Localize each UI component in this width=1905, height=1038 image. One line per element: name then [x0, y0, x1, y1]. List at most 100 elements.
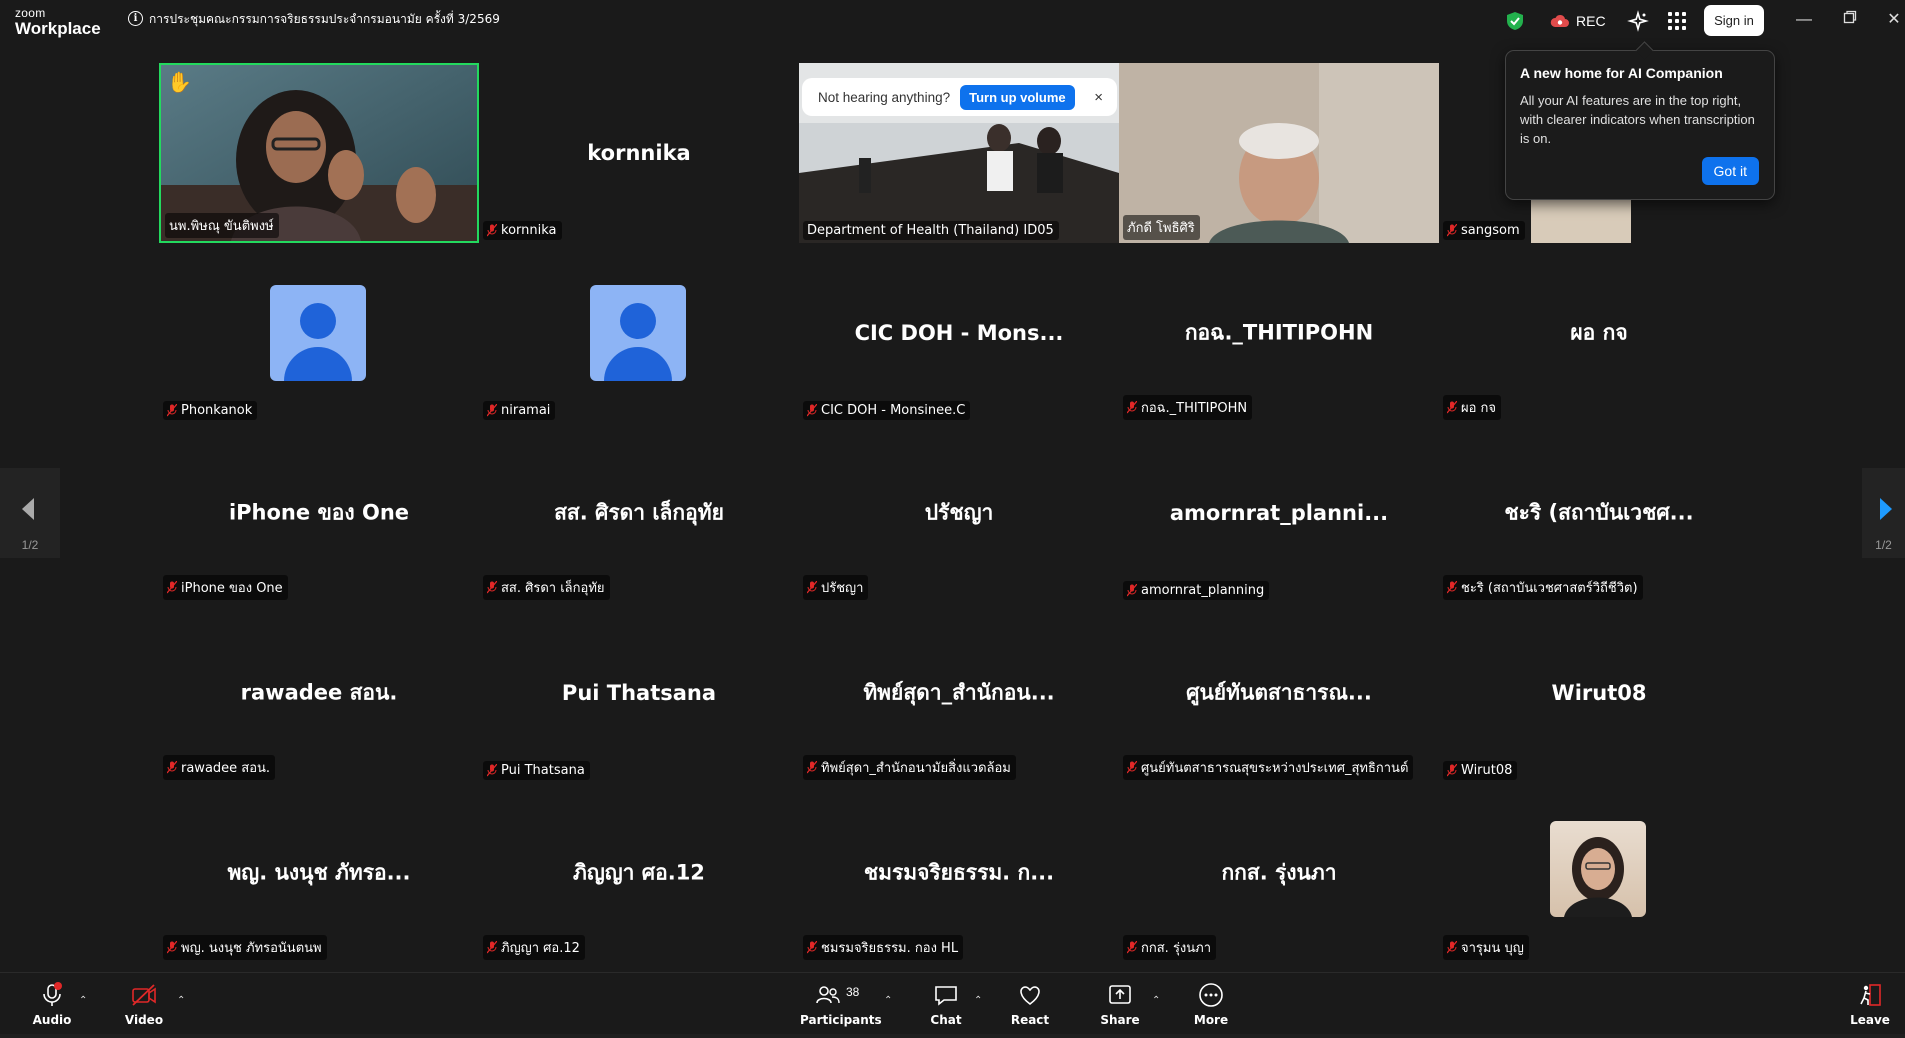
participant-display-name: กอฉ._THITIPOHN: [1184, 320, 1374, 345]
video-tile[interactable]: iPhone ของ One iPhone ของ One: [159, 423, 479, 603]
ai-companion-icon[interactable]: [1627, 10, 1649, 32]
participant-name-label: ภิญญา ศอ.12: [483, 935, 585, 960]
video-tile[interactable]: ชะริ (สถาบันเวชศ... ชะริ (สถาบันเวชศาสตร…: [1439, 423, 1759, 603]
audio-label: Audio: [32, 1013, 72, 1027]
muted-mic-icon: [807, 404, 817, 417]
video-tile[interactable]: กกส. รุ่งนภา กกส. รุ่งนภา: [1119, 783, 1439, 963]
recording-indicator[interactable]: REC: [1550, 9, 1606, 33]
video-tile[interactable]: CIC DOH - Mons... CIC DOH - Monsinee.C: [799, 243, 1119, 423]
video-tile[interactable]: rawadee สอน. rawadee สอน.: [159, 603, 479, 783]
restore-window-icon[interactable]: [1840, 10, 1860, 30]
participants-button[interactable]: 38 Participants: [800, 973, 882, 1035]
meeting-info-icon[interactable]: i: [128, 11, 143, 26]
leave-button[interactable]: Leave: [1846, 973, 1894, 1035]
participant-name-label: niramai: [483, 401, 556, 420]
microphone-icon: [43, 982, 62, 1006]
video-button[interactable]: Video: [120, 973, 168, 1035]
participant-display-name: Wirut08: [1551, 681, 1647, 705]
react-button[interactable]: React: [1006, 973, 1054, 1035]
participant-display-name: rawadee สอน.: [240, 680, 398, 705]
participant-display-name: พญ. นงนุช ภัทรอ...: [227, 860, 411, 885]
participant-name-label: rawadee สอน.: [163, 755, 276, 780]
video-tile[interactable]: จารุมน บุญ: [1439, 783, 1759, 963]
participant-display-name: CIC DOH - Mons...: [854, 321, 1064, 345]
chat-label: Chat: [930, 1013, 962, 1027]
participants-count: 38: [846, 985, 860, 999]
participant-name-label: CIC DOH - Monsinee.C: [803, 401, 971, 420]
participant-name-label: amornrat_planning: [1123, 581, 1270, 600]
muted-mic-icon: [1127, 761, 1137, 774]
chat-button[interactable]: Chat: [922, 973, 970, 1035]
participant-name-label: กกส. รุ่งนภา: [1123, 935, 1217, 960]
more-button[interactable]: More: [1187, 973, 1235, 1035]
participant-display-name: กกส. รุ่งนภา: [1221, 860, 1337, 885]
video-tile[interactable]: ภิญญา ศอ.12 ภิญญา ศอ.12: [479, 783, 799, 963]
video-tile[interactable]: ศูนย์ทันตสาธารณ... ศูนย์ทันตสาธารณสุขระห…: [1119, 603, 1439, 783]
video-tile[interactable]: ปรัชญา ปรัชญา: [799, 423, 1119, 603]
participant-name-label: Pui Thatsana: [483, 761, 590, 780]
participant-display-name: ศูนย์ทันตสาธารณ...: [1186, 680, 1372, 705]
participant-name-label: kornnika: [483, 221, 562, 240]
previous-page-button[interactable]: 1/2: [0, 468, 60, 558]
video-off-icon: [132, 984, 156, 1006]
encryption-shield-icon[interactable]: [1506, 11, 1524, 31]
got-it-button[interactable]: Got it: [1701, 157, 1759, 185]
participant-name-label: สส. ศิรดา เล็กอุทัย: [483, 575, 610, 600]
muted-mic-icon: [1447, 224, 1457, 237]
apps-grid-icon[interactable]: [1668, 12, 1686, 30]
muted-mic-icon: [807, 581, 817, 594]
participants-label: Participants: [800, 1013, 882, 1027]
participant-name-label: sangsom: [1443, 221, 1525, 240]
zoom-logo: zoom Workplace: [15, 7, 101, 37]
video-tile[interactable]: สส. ศิรดา เล็กอุทัย สส. ศิรดา เล็กอุทัย: [479, 423, 799, 603]
video-tile[interactable]: ทิพย์สุดา_สำนักอน... ทิพย์สุดา_สำนักอนาม…: [799, 603, 1119, 783]
close-window-icon[interactable]: ✕: [1884, 10, 1904, 30]
video-tile[interactable]: ภักดี โพธิศิริ: [1119, 63, 1439, 243]
audio-options-caret-icon[interactable]: ⌃: [79, 995, 87, 1006]
turn-up-volume-button[interactable]: Turn up volume: [960, 84, 1075, 110]
cloud-record-icon: [1550, 14, 1569, 27]
audio-button[interactable]: Audio: [28, 973, 76, 1035]
video-tile[interactable]: ✋ นพ.พิษณุ ขันติพงษ์: [159, 63, 479, 243]
video-tile[interactable]: ชมรมจริยธรรม. ก... ชมรมจริยธรรม. กอง HL: [799, 783, 1119, 963]
video-tile[interactable]: Phonkanok: [159, 243, 479, 423]
avatar: [270, 285, 366, 381]
share-caret-icon[interactable]: ⌃: [1152, 995, 1160, 1006]
participant-display-name: ทิพย์สุดา_สำนักอน...: [863, 680, 1055, 705]
toast-close-icon[interactable]: ×: [1094, 89, 1103, 106]
rec-label: REC: [1576, 13, 1606, 29]
video-tile[interactable]: พญ. นงนุช ภัทรอ... พญ. นงนุช ภัทรอนันตนพ: [159, 783, 479, 963]
video-tile[interactable]: niramai: [479, 243, 799, 423]
react-label: React: [1010, 1013, 1050, 1027]
next-page-button[interactable]: 1/2: [1862, 468, 1905, 558]
share-button[interactable]: Share: [1096, 973, 1144, 1035]
page-count-left: 1/2: [21, 538, 39, 552]
participant-display-name: ชมรมจริยธรรม. ก...: [863, 860, 1055, 885]
participants-caret-icon[interactable]: ⌃: [884, 995, 892, 1006]
video-tile[interactable]: amornrat_planni... amornrat_planning: [1119, 423, 1439, 603]
chevron-right-icon: [1880, 498, 1892, 520]
participant-name-label: ศูนย์ทันตสาธารณสุขระหว่างประเทศ_สุทธิกาน…: [1123, 755, 1414, 780]
minimize-window-icon[interactable]: —: [1794, 10, 1814, 30]
sign-in-button[interactable]: Sign in: [1704, 5, 1764, 36]
toast-message: Not hearing anything?: [818, 89, 951, 105]
participant-name-label: จารุมน บุญ: [1443, 935, 1529, 960]
muted-mic-icon: [1447, 581, 1457, 594]
participant-name-label: ปรัชญา: [803, 575, 869, 600]
share-screen-icon: [1109, 985, 1131, 1004]
title-bar: zoom Workplace i การประชุมคณะกรรมการจริย…: [0, 0, 1905, 44]
video-tile[interactable]: kornnika kornnika: [479, 63, 799, 243]
muted-mic-icon: [487, 764, 497, 777]
muted-mic-icon: [1127, 584, 1137, 597]
muted-mic-icon: [1447, 941, 1457, 954]
chat-caret-icon[interactable]: ⌃: [974, 995, 982, 1006]
video-tile[interactable]: Wirut08 Wirut08: [1439, 603, 1759, 783]
audio-notification-toast: Not hearing anything? Turn up volume ×: [802, 78, 1117, 116]
video-tile[interactable]: Pui Thatsana Pui Thatsana: [479, 603, 799, 783]
meeting-title: การประชุมคณะกรรมการจริยธรรมประจำกรมอนามั…: [149, 12, 500, 26]
video-tile[interactable]: กอฉ._THITIPOHN กอฉ._THITIPOHN: [1119, 243, 1439, 423]
video-tile[interactable]: ผอ กจ ผอ กจ: [1439, 243, 1759, 423]
video-label: Video: [124, 1013, 164, 1027]
participant-display-name: สส. ศิรดา เล็กอุทัย: [554, 500, 724, 525]
video-options-caret-icon[interactable]: ⌃: [177, 995, 185, 1006]
